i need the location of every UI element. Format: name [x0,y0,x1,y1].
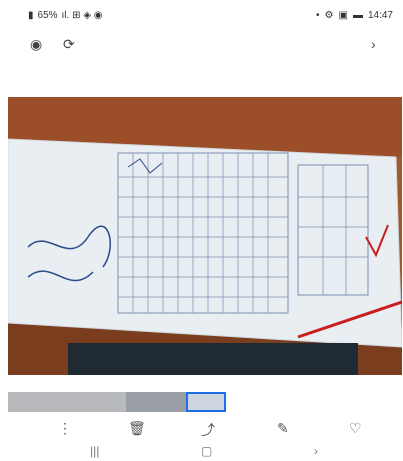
battery-percent: 65% [37,10,58,21]
document-photo [8,97,402,375]
home-icon[interactable]: ▢ [201,444,212,458]
share-icon[interactable]: ⤴ [201,420,215,440]
thumbnail-strip [8,392,226,412]
signal-icons: ıl. ⊞ ◈ ◉ [61,10,103,21]
status-left: ▮ 65% ıl. ⊞ ◈ ◉ [28,10,102,21]
recents-icon[interactable]: ||| [90,444,99,458]
eye-icon[interactable]: ◉ [30,36,42,53]
system-navbar: ||| ▢ › [0,440,403,461]
thumbnail-1[interactable] [8,392,126,412]
battery-icon: ▮ [28,10,34,21]
viewer-toolbar: ◉ ⟳ › [0,32,403,60]
notification-dot-icon: • [316,10,320,21]
status-right: • ⚙ ▣ ▬ 14:47 [316,10,393,21]
thumbnail-selected[interactable] [186,392,226,412]
heart-icon[interactable]: ♡ [349,420,362,437]
pencil-icon[interactable]: ✎ [277,420,289,437]
rotate-view-icon[interactable]: ⟳ [63,36,75,53]
message-icon: ▬ [352,10,363,21]
more-vertical-icon[interactable]: ⋮ [58,420,72,437]
gallery-icon: ▣ [338,10,348,21]
clock-time: 14:47 [367,10,393,21]
trash-icon[interactable]: 🗑 [128,420,146,437]
settings-icon: ⚙ [324,10,334,21]
chevron-right-icon[interactable]: › [371,36,376,52]
status-bar: ▮ 65% ıl. ⊞ ◈ ◉ • ⚙ ▣ ▬ 14:47 [0,0,403,32]
action-bar: ⋮ 🗑 ⤴ ✎ ♡ [0,414,403,440]
back-chevron-icon[interactable]: › [314,444,318,458]
photo-viewer[interactable] [8,97,402,375]
thumbnail-2[interactable] [126,392,186,412]
